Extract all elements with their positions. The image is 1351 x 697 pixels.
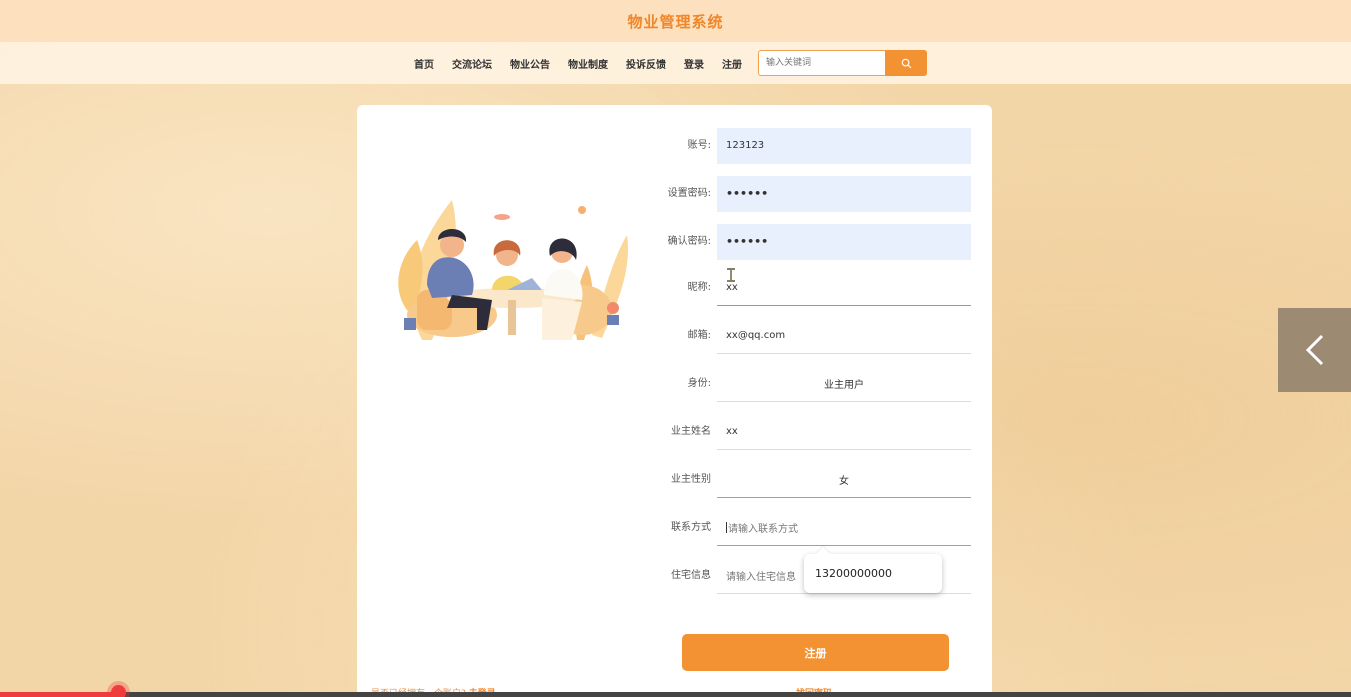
owner-gender-select[interactable]: 女 <box>717 462 971 498</box>
address-placeholder: 请输入住宅信息 <box>726 572 796 583</box>
autocomplete-suggestion[interactable]: 13200000000 <box>804 554 942 593</box>
nickname-row: 昵称: xx <box>357 270 992 306</box>
address-label: 住宅信息 <box>671 570 711 581</box>
role-row: 身份: 业主用户 <box>357 366 992 402</box>
confirm-password-value: •••••• <box>726 235 769 248</box>
owner-gender-row: 业主性别 女 <box>357 462 992 498</box>
navbar: 首页 交流论坛 物业公告 物业制度 投诉反馈 登录 注册 <box>0 42 1351 84</box>
nav-item-notice[interactable]: 物业公告 <box>510 56 550 71</box>
text-caret <box>726 522 727 533</box>
nav-menu: 首页 交流论坛 物业公告 物业制度 投诉反馈 登录 注册 <box>414 42 760 84</box>
confirm-password-row: 确认密码: •••••• <box>357 224 992 260</box>
top-header: 物业管理系统 <box>0 0 1351 42</box>
i-beam-cursor-icon <box>727 268 735 282</box>
search-button[interactable] <box>885 50 927 76</box>
chevron-left-icon <box>1305 334 1323 366</box>
role-label: 身份: <box>687 378 711 389</box>
video-progress-fill <box>0 692 118 697</box>
password-row: 设置密码: •••••• <box>357 176 992 212</box>
contact-label: 联系方式 <box>671 522 711 533</box>
nav-item-feedback[interactable]: 投诉反馈 <box>626 56 666 71</box>
confirm-password-label: 确认密码: <box>667 236 711 247</box>
app-title: 物业管理系统 <box>627 12 724 31</box>
owner-name-field[interactable]: xx <box>717 414 971 450</box>
nickname-label: 昵称: <box>687 282 711 293</box>
email-row: 邮箱: xx@qq.com <box>357 318 992 354</box>
email-field[interactable]: xx@qq.com <box>717 318 971 354</box>
search-input[interactable] <box>758 50 885 76</box>
register-button[interactable]: 注册 <box>682 634 949 671</box>
email-label: 邮箱: <box>687 330 711 341</box>
confirm-password-field[interactable]: •••••• <box>717 224 971 260</box>
nav-item-rules[interactable]: 物业制度 <box>568 56 608 71</box>
contact-placeholder: 请输入联系方式 <box>728 524 798 535</box>
video-progress-bar[interactable] <box>0 685 1351 697</box>
nav-item-forum[interactable]: 交流论坛 <box>452 56 492 71</box>
nav-item-register[interactable]: 注册 <box>722 56 742 71</box>
contact-field[interactable]: 请输入联系方式 <box>717 510 971 546</box>
role-select[interactable]: 业主用户 <box>717 366 971 402</box>
account-row: 账号: 123123 <box>357 128 992 164</box>
search-icon <box>901 58 911 68</box>
search-box <box>758 50 927 76</box>
account-field[interactable]: 123123 <box>717 128 971 164</box>
account-label: 账号: <box>687 140 711 151</box>
contact-row: 联系方式 请输入联系方式 <box>357 510 992 546</box>
side-collapse-button[interactable] <box>1278 308 1351 392</box>
video-progress-knob[interactable] <box>111 685 126 697</box>
owner-gender-label: 业主性别 <box>671 474 711 485</box>
owner-name-row: 业主姓名 xx <box>357 414 992 450</box>
nickname-field[interactable]: xx <box>717 270 971 306</box>
password-label: 设置密码: <box>667 188 711 199</box>
password-field[interactable]: •••••• <box>717 176 971 212</box>
password-value: •••••• <box>726 187 769 200</box>
register-card: 账号: 123123 设置密码: •••••• 确认密码: •••••• 昵称:… <box>357 105 992 697</box>
owner-name-label: 业主姓名 <box>671 426 711 437</box>
nav-item-login[interactable]: 登录 <box>684 56 704 71</box>
nav-item-home[interactable]: 首页 <box>414 56 434 71</box>
